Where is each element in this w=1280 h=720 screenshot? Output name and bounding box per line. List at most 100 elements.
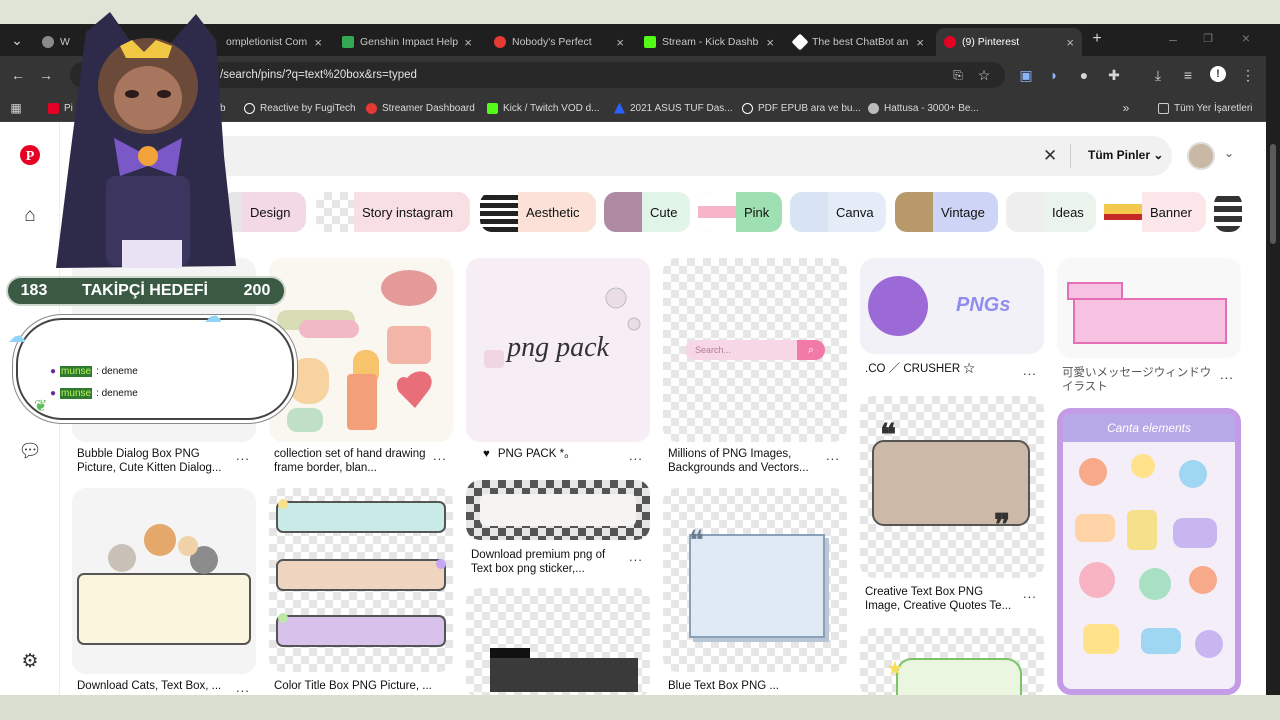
bookmark-4[interactable]: Streamer Dashboard bbox=[366, 100, 475, 116]
account-chevron-down-icon[interactable]: ⌄ bbox=[1224, 146, 1234, 160]
divider bbox=[1070, 144, 1071, 168]
pin-more-icon[interactable]: ... bbox=[236, 680, 250, 695]
pin-more-icon[interactable]: ... bbox=[1023, 586, 1037, 601]
bookmark-label: Tüm Yer İşaretleri bbox=[1174, 102, 1253, 114]
audio-icon[interactable]: ◗ bbox=[1046, 67, 1062, 83]
back-icon[interactable]: ← bbox=[10, 67, 26, 83]
chip-label: Design bbox=[250, 204, 291, 220]
tab-4[interactable]: Nobody's Perfect × bbox=[486, 28, 632, 56]
tab-5[interactable]: Stream - Kick Dashb × bbox=[636, 28, 782, 56]
bookmark-7[interactable]: PDF EPUB ara ve bu... bbox=[742, 100, 861, 116]
pin-4[interactable]: Search... ⌕ bbox=[663, 258, 847, 442]
close-window-icon[interactable]: × bbox=[1238, 30, 1254, 46]
pin-11[interactable]: ❝ ❞ bbox=[860, 396, 1044, 578]
chip-story-instagram[interactable]: Story instagram bbox=[316, 192, 470, 232]
pin-more-icon[interactable]: ... bbox=[1220, 367, 1234, 382]
chip-overflow[interactable] bbox=[1214, 192, 1242, 232]
close-tab-icon[interactable]: × bbox=[1066, 35, 1074, 50]
profile-icon[interactable]: ! bbox=[1210, 66, 1226, 82]
close-tab-icon[interactable]: × bbox=[314, 35, 322, 50]
avatar[interactable] bbox=[1187, 142, 1215, 170]
chevron-down-icon: ⌄ bbox=[1153, 148, 1164, 162]
pin-12[interactable]: Canta elements bbox=[1057, 408, 1241, 695]
chip-banner[interactable]: Banner bbox=[1104, 192, 1206, 232]
close-tab-icon[interactable]: × bbox=[616, 35, 624, 50]
bookmark-label: 2021 ASUS TUF Das... bbox=[630, 102, 733, 114]
apps-grid-icon[interactable]: ▦ bbox=[8, 100, 24, 116]
chip-vintage[interactable]: Vintage bbox=[895, 192, 998, 232]
follower-goal-bar: 183 TAKİPÇİ HEDEFİ 200 bbox=[6, 276, 286, 306]
hand-drawn-frames-image bbox=[277, 270, 437, 432]
chip-label: Canva bbox=[836, 204, 874, 220]
search-icon: ⌕ bbox=[797, 340, 825, 360]
pin-more-icon[interactable]: ... bbox=[1023, 363, 1037, 378]
all-bookmarks[interactable]: Tüm Yer İşaretleri bbox=[1158, 100, 1252, 116]
bookmark-5[interactable]: Kick / Twitch VOD d... bbox=[487, 100, 600, 116]
tab-pinterest-active[interactable]: (9) Pinterest × bbox=[936, 28, 1082, 56]
tab-3[interactable]: Genshin Impact Help × bbox=[334, 28, 480, 56]
chip-aesthetic[interactable]: Aesthetic bbox=[480, 192, 596, 232]
cloud-decoration-icon: ☁ bbox=[204, 306, 222, 326]
screen: { "tabs": [ {"label": "W", "fav": "#8a8a… bbox=[0, 0, 1280, 720]
pin-8[interactable] bbox=[269, 488, 453, 672]
pin-more-icon[interactable]: ... bbox=[629, 549, 643, 564]
chat-message: ● munse: deneme bbox=[50, 388, 138, 399]
extension-avatar-icon[interactable]: ● bbox=[1076, 67, 1092, 83]
close-tab-icon[interactable]: × bbox=[766, 35, 774, 50]
pin-caption: Bubble Dialog Box PNG Picture, Cute Kitt… bbox=[77, 448, 222, 474]
bookmark-favicon-icon bbox=[868, 102, 879, 114]
plus-icon[interactable]: + bbox=[1089, 31, 1105, 47]
extension-icon[interactable]: ▣ bbox=[1018, 67, 1034, 83]
filter-dropdown[interactable]: Tüm Pinler ⌄ bbox=[1088, 148, 1163, 162]
scrollbar-thumb[interactable] bbox=[1270, 144, 1276, 244]
menu-icon[interactable]: ⋮ bbox=[1240, 67, 1256, 83]
pin-15[interactable] bbox=[466, 588, 650, 695]
blue-text-box-image bbox=[689, 534, 825, 638]
pin-5[interactable]: PNGs bbox=[860, 258, 1044, 354]
chip-label: Story instagram bbox=[362, 204, 454, 220]
media-icon[interactable]: ≡ bbox=[1180, 67, 1196, 83]
pin-2[interactable] bbox=[269, 258, 453, 442]
pin-more-icon[interactable]: ... bbox=[629, 448, 643, 463]
pink-window-tab-image bbox=[1067, 282, 1123, 300]
chip-cute[interactable]: Cute bbox=[604, 192, 690, 232]
install-app-icon[interactable]: ⎘ bbox=[950, 67, 966, 83]
messages-icon[interactable]: 💬︎ bbox=[18, 440, 42, 464]
tab-title: Nobody's Perfect bbox=[512, 36, 592, 48]
pin-6[interactable] bbox=[1057, 258, 1241, 358]
goal-current: 183 bbox=[20, 282, 48, 299]
bookmark-8[interactable]: Hattusa - 3000+ Be... bbox=[868, 100, 979, 116]
bookmark-6[interactable]: 2021 ASUS TUF Das... bbox=[614, 100, 733, 116]
puzzle-icon[interactable]: ✚ bbox=[1106, 67, 1122, 83]
pin-more-icon[interactable]: ... bbox=[826, 448, 840, 463]
bookmark-favicon-icon bbox=[614, 102, 625, 114]
close-tab-icon[interactable]: × bbox=[464, 35, 472, 50]
chip-thumbnail bbox=[1104, 192, 1142, 232]
more-bookmarks-icon[interactable]: » bbox=[1118, 100, 1134, 116]
restore-icon[interactable]: ❐ bbox=[1200, 31, 1216, 47]
download-icon[interactable]: ⤓ bbox=[1150, 67, 1166, 83]
pin-9[interactable] bbox=[466, 480, 650, 540]
bookmark-3[interactable]: Reactive by FugiTech bbox=[244, 100, 356, 116]
chip-ideas[interactable]: Ideas bbox=[1006, 192, 1096, 232]
pin-3[interactable]: png pack bbox=[466, 258, 650, 442]
chip-canva[interactable]: Canva bbox=[790, 192, 886, 232]
tab-6[interactable]: The best ChatBot an × bbox=[786, 28, 932, 56]
pin-more-icon[interactable]: ... bbox=[236, 448, 250, 463]
scrollbar-track[interactable] bbox=[1266, 24, 1280, 695]
white-text-box-image bbox=[480, 494, 636, 526]
clear-search-icon[interactable]: ✕ bbox=[1043, 146, 1057, 166]
close-tab-icon[interactable]: × bbox=[916, 35, 924, 50]
chip-label: Ideas bbox=[1052, 204, 1084, 220]
pin-16[interactable]: ★ bbox=[860, 628, 1044, 695]
pin-more-icon[interactable]: ... bbox=[433, 448, 447, 463]
minimize-icon[interactable]: – bbox=[1165, 31, 1181, 47]
pin-10[interactable]: ❝ bbox=[663, 488, 847, 672]
pin-7[interactable] bbox=[72, 488, 256, 674]
settings-icon[interactable]: ⚙ bbox=[18, 650, 42, 674]
tab-search-icon[interactable]: ⌄ bbox=[9, 32, 25, 48]
bookmark-star-icon[interactable]: ☆ bbox=[976, 67, 992, 83]
bookmark-label: PDF EPUB ara ve bu... bbox=[758, 102, 861, 114]
leaf-decoration-icon: ❦ bbox=[34, 398, 48, 415]
chip-pink[interactable]: Pink bbox=[698, 192, 782, 232]
